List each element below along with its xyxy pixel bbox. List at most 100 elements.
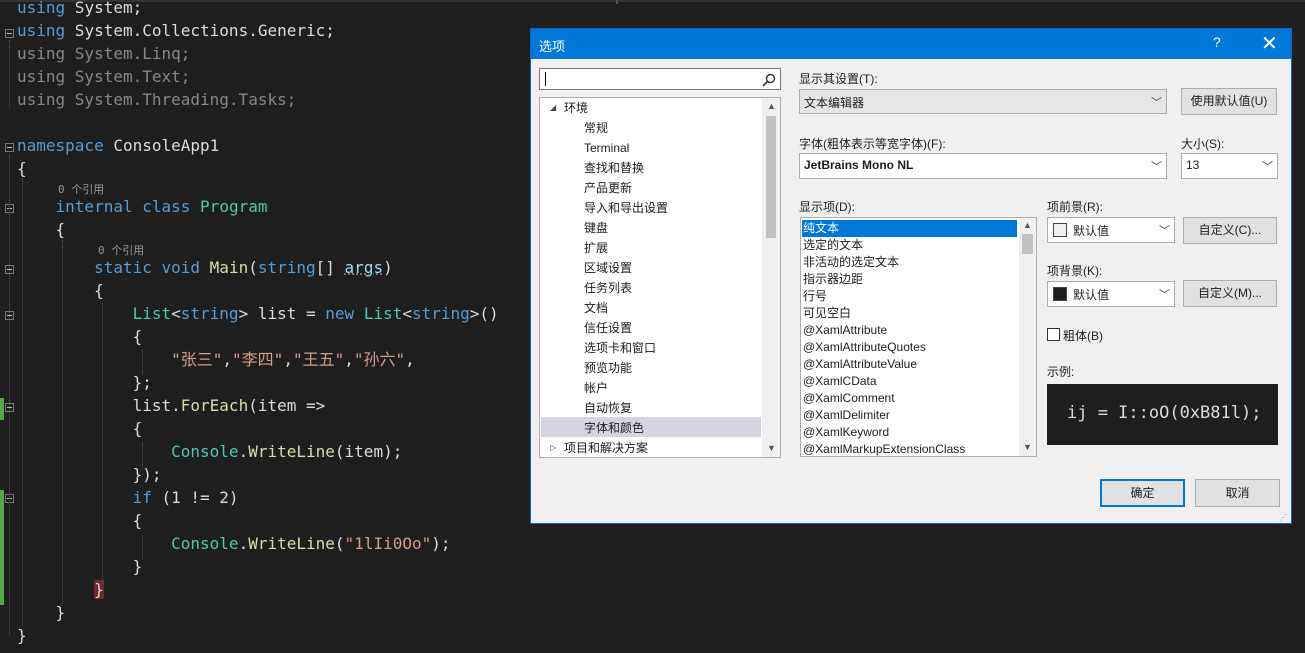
code-line[interactable]: using System; <box>17 0 142 19</box>
code-line[interactable]: internal class Program <box>17 195 268 218</box>
code-line[interactable]: }; <box>17 371 152 394</box>
bold-label[interactable]: 粗体(B) <box>1063 327 1103 344</box>
codelens-references-class[interactable]: 0 个引用 <box>58 182 104 198</box>
scroll-down-icon[interactable]: ▼ <box>1023 442 1032 452</box>
code-line[interactable]: using System.Collections.Generic; <box>17 19 335 42</box>
tree-item[interactable]: 常规 <box>584 118 608 138</box>
display-item[interactable]: @XamlDelimiter <box>803 407 890 424</box>
sample-label: 示例: <box>1047 365 1075 379</box>
display-item[interactable]: @XamlMarkupExtensionClass <box>803 441 965 456</box>
tree-item[interactable]: 文档 <box>584 298 608 318</box>
options-tree[interactable]: ◢ 环境 常规 Terminal 查找和替换 产品更新导入和导出设置键盘 扩展 区域设置 任务列… <box>539 97 781 458</box>
custom-background-button[interactable]: 自定义(M)... <box>1183 280 1277 307</box>
display-item[interactable]: @XamlAttributeValue <box>803 356 917 373</box>
code-line[interactable]: }); <box>17 463 162 486</box>
scroll-thumb[interactable] <box>1022 234 1033 254</box>
tree-item[interactable]: 选项卡和窗口 <box>584 338 656 358</box>
cancel-button[interactable]: 取消 <box>1195 479 1280 507</box>
code-line[interactable]: "张三","李四","王五","孙六", <box>17 348 415 371</box>
use-defaults-button[interactable]: 使用默认值(U) <box>1181 88 1277 115</box>
code-line[interactable]: static void Main(string[] args) <box>17 256 393 279</box>
fold-toggle-usings[interactable] <box>5 29 14 38</box>
collapse-icon[interactable]: ◢ <box>550 98 556 118</box>
font-select[interactable]: JetBrains Mono NL ﹀ <box>799 153 1167 179</box>
search-icon[interactable] <box>761 72 777 88</box>
display-item[interactable]: @XamlCData <box>803 373 877 390</box>
resize-grip-icon[interactable]: ⋰ <box>1279 513 1287 522</box>
scroll-up-icon[interactable]: ▲ <box>1023 220 1032 230</box>
tree-item-label: 导入和导出设置 <box>584 201 669 215</box>
size-select[interactable]: 13 ﹀ <box>1181 153 1278 179</box>
tree-item[interactable]: 产品更新 <box>584 178 632 198</box>
display-items-scrollbar[interactable]: ▲ ▼ <box>1019 218 1036 456</box>
code-line[interactable]: } <box>17 555 143 578</box>
code-line[interactable]: namespace ConsoleApp1 <box>17 134 219 157</box>
indent-guide <box>142 350 143 374</box>
tree-scrollbar[interactable]: ▲ ▼ <box>762 98 780 457</box>
show-settings-select[interactable]: 文本编辑器 ﹀ <box>799 89 1167 114</box>
display-item[interactable]: 可见空白 <box>803 305 851 322</box>
tree-item[interactable]: 字体和颜色 <box>584 418 644 438</box>
tree-item[interactable]: 导入和导出设置 <box>584 198 668 218</box>
code-line[interactable]: Console.WriteLine(item); <box>17 440 402 463</box>
tree-item[interactable]: 键盘 <box>584 218 608 238</box>
code-line[interactable]: { <box>17 417 143 440</box>
display-item[interactable]: @XamlComment <box>803 390 895 407</box>
tree-item[interactable]: ▷ 项目和解决方案 <box>550 438 648 457</box>
code-token: { <box>17 220 66 239</box>
dialog-titlebar[interactable]: 选项 ? ✕ <box>531 29 1291 59</box>
code-line[interactable]: } <box>17 601 66 624</box>
display-items-list[interactable]: 纯文本 选定的文本 非活动的选定文本 指示器边距 行号 可见空白 @XamlAttribut… <box>800 217 1037 457</box>
display-item[interactable]: @XamlKeyword <box>803 424 889 441</box>
codelens-references-method[interactable]: 0 个引用 <box>98 243 144 259</box>
foreground-select[interactable]: 默认值 ﹀ <box>1047 217 1175 243</box>
code-line[interactable]: using System.Threading.Tasks; <box>17 88 296 111</box>
display-item[interactable]: 指示器边距 <box>803 271 863 288</box>
custom-foreground-button[interactable]: 自定义(C)... <box>1183 217 1277 244</box>
display-item[interactable]: 选定的文本 <box>803 237 863 254</box>
scroll-down-icon[interactable]: ▼ <box>767 443 776 453</box>
bold-checkbox[interactable] <box>1047 328 1060 341</box>
display-item[interactable]: 行号 <box>803 288 827 305</box>
code-line[interactable]: List<string> list = new List<string>() <box>17 302 499 325</box>
font-label: 字体(粗体表示等宽字体)(F): <box>799 137 946 151</box>
expand-icon[interactable]: ▷ <box>550 438 556 457</box>
tree-item[interactable]: 查找和替换 <box>584 158 644 178</box>
fold-toggle-namespace[interactable] <box>5 143 14 152</box>
help-button[interactable]: ? <box>1213 34 1221 50</box>
tree-item[interactable]: Terminal <box>584 138 629 158</box>
code-line[interactable]: list.ForEach(item => <box>17 394 326 417</box>
code-line[interactable]: } <box>17 624 27 647</box>
code-line[interactable]: { <box>17 157 27 180</box>
code-line[interactable]: { <box>17 279 104 302</box>
tree-item[interactable]: 信任设置 <box>584 318 632 338</box>
tree-item[interactable]: ◢ 环境 <box>550 98 588 118</box>
display-item[interactable]: @XamlAttribute <box>803 322 887 339</box>
ok-button[interactable]: 确定 <box>1100 479 1185 507</box>
code-line[interactable]: { <box>17 325 143 348</box>
code-token: { <box>17 281 104 300</box>
display-item[interactable]: @XamlAttributeQuotes <box>803 339 926 356</box>
code-line[interactable]: Console.WriteLine("1lIi0Oo"); <box>17 532 450 555</box>
code-line[interactable]: { <box>17 218 66 241</box>
tree-item[interactable]: 任务列表 <box>584 278 632 298</box>
close-button[interactable]: ✕ <box>1261 31 1278 56</box>
tree-item[interactable]: 预览功能 <box>584 358 632 378</box>
code-line[interactable]: using System.Linq; <box>17 42 190 65</box>
code-token: System; <box>65 0 143 17</box>
code-line[interactable]: if (1 != 2) <box>17 486 239 509</box>
code-token: { <box>17 511 143 530</box>
tree-item[interactable]: 区域设置 <box>584 258 632 278</box>
code-line[interactable]: { <box>17 509 143 532</box>
code-line[interactable]: using System.Text; <box>17 65 190 88</box>
code-line[interactable]: } <box>17 578 104 601</box>
tree-item[interactable]: 帐户 <box>584 378 608 398</box>
scroll-up-icon[interactable]: ▲ <box>767 101 776 111</box>
scroll-thumb[interactable] <box>766 116 776 238</box>
background-select[interactable]: 默认值 ﹀ <box>1047 281 1175 307</box>
tree-item[interactable]: 自动恢复 <box>584 398 632 418</box>
display-item[interactable]: 非活动的选定文本 <box>803 254 899 271</box>
tree-item[interactable]: 扩展 <box>584 238 608 258</box>
display-item[interactable]: 纯文本 <box>802 220 1017 237</box>
options-search-input[interactable] <box>539 68 781 90</box>
